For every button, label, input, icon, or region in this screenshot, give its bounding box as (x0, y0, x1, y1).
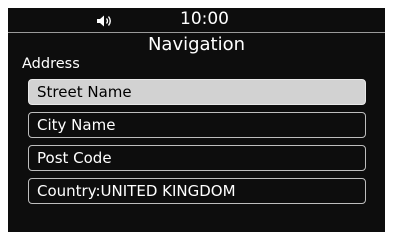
country-button[interactable]: Country:UNITED KINGDOM (28, 178, 366, 204)
clock: 10:00 (180, 9, 229, 29)
page-title: Navigation (147, 34, 246, 55)
navigation-screen: 10:00 Navigation Address Street Name Cit… (8, 8, 385, 232)
street-name-button[interactable]: Street Name (28, 79, 366, 105)
section-label: Address (22, 56, 80, 72)
post-code-button[interactable]: Post Code (28, 145, 366, 171)
status-divider (8, 32, 385, 33)
status-bar: 10:00 (8, 8, 385, 32)
city-name-button[interactable]: City Name (28, 112, 366, 138)
speaker-volume-icon (96, 13, 114, 27)
